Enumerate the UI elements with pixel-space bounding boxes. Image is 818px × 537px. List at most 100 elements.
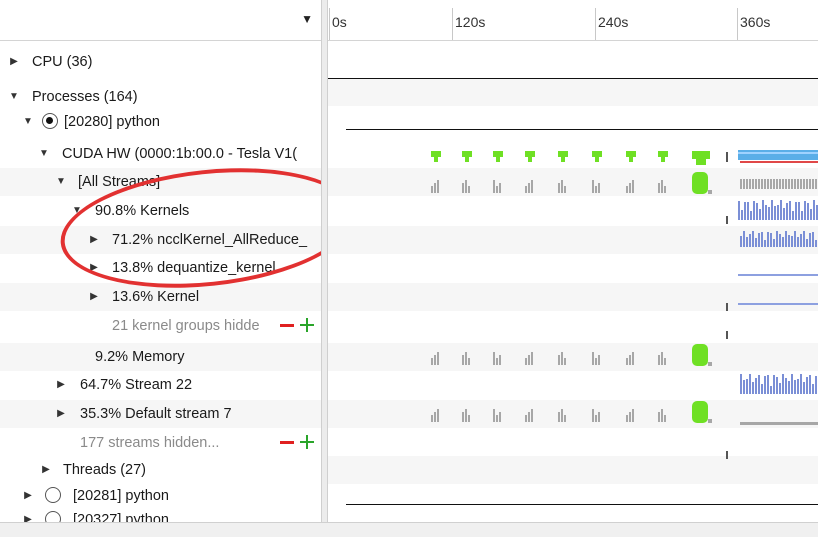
memory-activity-bar	[528, 412, 530, 422]
collapse-down-icon[interactable]: ▼	[55, 168, 67, 196]
expand-right-icon[interactable]: ▶	[8, 48, 20, 76]
tree-label-stream22: 64.7% Stream 22	[80, 377, 193, 393]
memory-activity-bar	[558, 355, 560, 365]
kernel-activity-bar	[794, 380, 796, 394]
memory-activity-bar	[465, 409, 467, 422]
kernel-activity-bar	[806, 239, 808, 247]
show-more-plus-icon[interactable]	[300, 318, 314, 332]
expand-right-icon[interactable]: ▶	[55, 400, 67, 428]
process-radio-icon[interactable]	[45, 487, 61, 503]
memory-activity-bar	[525, 415, 527, 422]
kernel-activity-bar	[783, 208, 785, 220]
memory-activity-bar	[468, 415, 470, 422]
memory-activity-bar	[664, 358, 666, 365]
tree-row-threads[interactable]: ▶ Threads (27)	[0, 456, 321, 484]
memory-activity-bar	[592, 352, 594, 365]
tree-row-cpu[interactable]: ▶ CPU (36)	[0, 48, 321, 76]
kernel-activity-bar	[740, 374, 742, 394]
memcpy-mark	[525, 151, 535, 157]
hide-more-minus-icon[interactable]	[280, 441, 294, 444]
kernel-activity-bar	[738, 201, 740, 220]
kernel-activity-bar	[779, 234, 781, 247]
tree-header: ▼	[0, 8, 321, 41]
memory-activity-bar	[558, 412, 560, 422]
expand-right-icon[interactable]: ▶	[88, 283, 100, 311]
memory-activity-bar	[493, 352, 495, 365]
stream-activity-bar	[749, 179, 751, 189]
collapse-down-icon[interactable]: ▼	[38, 140, 50, 168]
tree-row-stream22[interactable]: ▶ 64.7% Stream 22	[0, 371, 321, 399]
tree-row-processes[interactable]: ▼ Processes (164)	[0, 83, 321, 111]
memory-activity-bar	[525, 358, 527, 365]
memory-activity-bar	[658, 183, 660, 193]
memory-activity-bar	[664, 186, 666, 193]
kernel-activity-bar	[752, 231, 754, 247]
stream-activity-bar	[767, 179, 769, 189]
memcpy-mark	[661, 157, 665, 162]
hide-more-minus-icon[interactable]	[280, 324, 294, 327]
memcpy-mark	[493, 151, 503, 157]
stream-activity-bar	[773, 179, 775, 189]
kernel-activity-bar	[749, 234, 751, 247]
kernel-activity-bar	[809, 233, 811, 247]
cuda-activity-block	[738, 150, 818, 160]
stream-activity-bar	[800, 179, 802, 189]
process-selected-radio-icon[interactable]	[42, 113, 58, 129]
expand-right-icon[interactable]: ▶	[55, 371, 67, 399]
cuda-activity-top	[738, 152, 818, 154]
kernel-activity-bar	[750, 211, 752, 220]
tree-row-default-stream[interactable]: ▶ 35.3% Default stream 7	[0, 400, 321, 428]
timeline-tree-panel: ▼ ▶ CPU (36) ▼ Processes (164) ▼ [20280]…	[0, 0, 321, 536]
kernel-activity-bar	[749, 374, 751, 394]
kernel-activity-bar	[780, 200, 782, 220]
tree-label-default-stream: 35.3% Default stream 7	[80, 406, 232, 422]
kernel-activity-bar	[743, 380, 745, 394]
memcpy-mark	[696, 159, 706, 165]
kernel-activity-bar	[776, 231, 778, 247]
tree-label-streams-hidden: 177 streams hidden...	[80, 435, 220, 451]
tree-label-cuda-hw: CUDA HW (0000:1b:00.0 - Tesla V1(	[62, 146, 298, 162]
kernel-activity-bar	[773, 375, 775, 394]
memory-activity-bar	[525, 186, 527, 193]
timeline-view[interactable]: 0s 120s 240s 360s	[328, 0, 818, 536]
memory-activity-bar	[528, 355, 530, 365]
memory-activity-bar	[462, 412, 464, 422]
tree-row-cuda-hw[interactable]: ▼ CUDA HW (0000:1b:00.0 - Tesla V1(	[0, 140, 321, 168]
kernel-activity-bar	[782, 374, 784, 394]
memcpy-mark	[431, 151, 441, 157]
memory-activity-bar	[708, 362, 712, 366]
kernel-activity-bar	[792, 211, 794, 220]
tree-row-process-main[interactable]: ▼ [20280] python	[0, 108, 321, 136]
kernel-activity-bar	[770, 386, 772, 394]
cuda-tick	[726, 152, 728, 162]
expand-right-icon[interactable]: ▶	[40, 456, 52, 484]
kernel-activity-bar	[764, 376, 766, 394]
memory-activity-bar	[595, 415, 597, 422]
kernel-activity-bar	[800, 234, 802, 247]
memory-activity-bar	[531, 352, 533, 365]
memory-activity-bar	[465, 352, 467, 365]
horizontal-scrollbar[interactable]	[0, 522, 818, 537]
memory-activity-bar	[434, 183, 436, 193]
stream-activity-bar	[743, 179, 745, 189]
memory-activity-bar	[708, 190, 712, 194]
stream-activity-bar	[815, 179, 817, 189]
collapse-down-icon[interactable]: ▼	[22, 108, 34, 136]
collapse-down-icon[interactable]: ▼	[8, 83, 20, 111]
tree-row-memory[interactable]: 9.2% Memory	[0, 343, 321, 371]
kernel-activity-bar	[741, 210, 743, 220]
memory-activity-bar	[468, 358, 470, 365]
tree-label-threads: Threads (27)	[63, 462, 147, 478]
kernel-activity-bar	[779, 383, 781, 394]
tree-row-kernel-hidden: 21 kernel groups hidde	[0, 312, 321, 340]
kernel-activity-bar	[758, 375, 760, 394]
stream-activity-bar	[740, 179, 742, 189]
caret-down-icon[interactable]: ▼	[301, 12, 313, 26]
show-more-plus-icon[interactable]	[300, 435, 314, 449]
kernel-activity-bar	[758, 233, 760, 247]
panel-splitter[interactable]	[321, 0, 328, 536]
stream-activity-bar	[779, 179, 781, 189]
kernel-activity-bar	[797, 379, 799, 394]
kernel-activity-bar	[768, 207, 770, 220]
memory-activity-bar	[626, 415, 628, 422]
